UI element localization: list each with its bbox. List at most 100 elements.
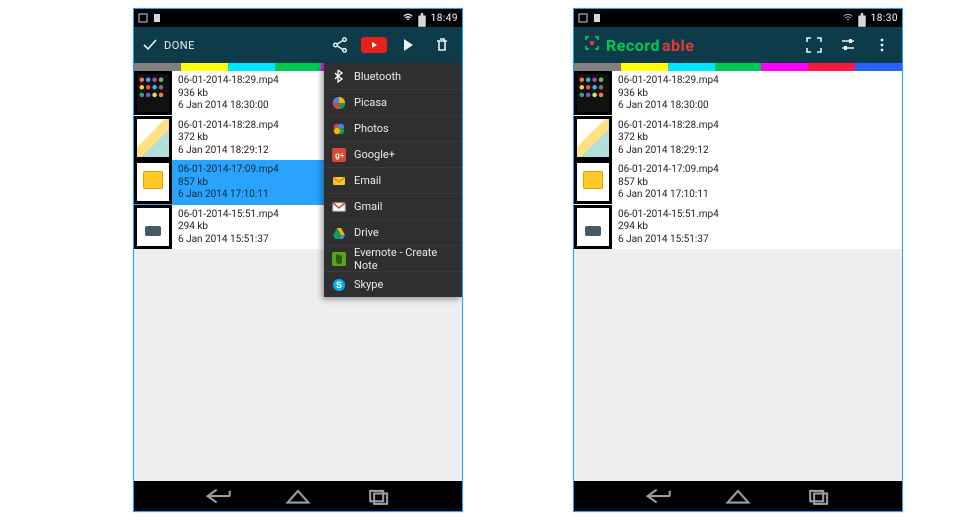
recording-thumbnail bbox=[574, 205, 612, 249]
app-logo-icon bbox=[584, 35, 600, 55]
recording-thumbnail bbox=[134, 71, 172, 115]
recording-file: 06-01-2014-15:51.mp4 bbox=[178, 209, 279, 221]
recording-thumbnail bbox=[574, 116, 612, 160]
recording-row[interactable]: 06-01-2014-17:09.mp4857 kb6 Jan 2014 17:… bbox=[574, 160, 902, 205]
recording-ts: 6 Jan 2014 17:10:11 bbox=[618, 189, 719, 201]
back-button[interactable] bbox=[205, 487, 231, 505]
action-bar: Recordable bbox=[574, 27, 902, 63]
home-button[interactable] bbox=[285, 487, 311, 505]
recording-ts: 6 Jan 2014 18:30:00 bbox=[178, 100, 279, 112]
recording-size: 294 kb bbox=[618, 221, 719, 233]
device-selection-mode: 18:49 DONE bbox=[133, 8, 463, 512]
share-menu-label: Evernote - Create Note bbox=[354, 246, 454, 272]
recording-size: 294 kb bbox=[178, 221, 279, 233]
recording-ts: 6 Jan 2014 18:29:12 bbox=[618, 145, 719, 157]
settings-sliders-button[interactable] bbox=[834, 31, 862, 59]
recording-ts: 6 Jan 2014 18:30:00 bbox=[618, 100, 719, 112]
bluetooth-icon bbox=[332, 69, 346, 83]
svg-text:g+: g+ bbox=[335, 151, 345, 160]
recording-row[interactable]: 06-01-2014-18:29.mp4936 kb6 Jan 2014 18:… bbox=[574, 71, 902, 116]
notification-icon bbox=[138, 13, 148, 23]
recent-apps-button[interactable] bbox=[365, 487, 391, 505]
gplus-icon: g+ bbox=[332, 148, 346, 162]
app-title: Recordable bbox=[606, 36, 694, 55]
done-label: DONE bbox=[164, 39, 195, 52]
notification-icon bbox=[578, 13, 588, 23]
recording-thumbnail bbox=[574, 160, 612, 204]
recording-meta: 06-01-2014-17:09.mp4857 kb6 Jan 2014 17:… bbox=[178, 160, 279, 205]
recording-file: 06-01-2014-18:29.mp4 bbox=[178, 75, 279, 87]
recording-meta: 06-01-2014-18:28.mp4372 kb6 Jan 2014 18:… bbox=[178, 116, 279, 161]
recording-row[interactable]: 06-01-2014-15:51.mp4294 kb6 Jan 2014 15:… bbox=[574, 205, 902, 250]
recording-meta: 06-01-2014-18:28.mp4372 kb6 Jan 2014 18:… bbox=[618, 116, 719, 161]
clock-text: 18:49 bbox=[431, 13, 458, 24]
action-bar: DONE bbox=[134, 27, 462, 63]
share-menu-label: Google+ bbox=[354, 148, 395, 161]
email-icon bbox=[332, 174, 346, 188]
skype-icon: S bbox=[332, 278, 346, 292]
share-menu-label: Picasa bbox=[354, 96, 387, 109]
wifi-icon bbox=[843, 13, 853, 23]
share-menu-item[interactable]: Bluetooth bbox=[324, 63, 462, 89]
picasa-icon bbox=[332, 96, 346, 110]
drive-icon bbox=[332, 226, 346, 240]
device-main-list: 18:30 Recordable bbox=[573, 8, 903, 512]
notification-icon bbox=[152, 13, 162, 23]
status-bar: 18:49 bbox=[134, 9, 462, 27]
recording-file: 06-01-2014-17:09.mp4 bbox=[618, 164, 719, 176]
clock-text: 18:30 bbox=[871, 13, 898, 24]
evernote-icon bbox=[332, 252, 346, 266]
share-menu-item[interactable]: Photos bbox=[324, 115, 462, 141]
recent-apps-button[interactable] bbox=[805, 487, 831, 505]
done-button[interactable]: DONE bbox=[142, 37, 195, 53]
home-button[interactable] bbox=[725, 487, 751, 505]
recording-file: 06-01-2014-18:29.mp4 bbox=[618, 75, 719, 87]
recording-file: 06-01-2014-17:09.mp4 bbox=[178, 164, 279, 176]
recording-file: 06-01-2014-18:28.mp4 bbox=[178, 120, 279, 132]
share-menu-label: Drive bbox=[354, 226, 379, 239]
recording-meta: 06-01-2014-18:29.mp4936 kb6 Jan 2014 18:… bbox=[178, 71, 279, 116]
system-nav-bar bbox=[574, 481, 902, 511]
gmail-icon bbox=[332, 200, 346, 214]
recording-thumbnail bbox=[574, 71, 612, 115]
share-menu-item[interactable]: Gmail bbox=[324, 193, 462, 219]
status-bar: 18:30 bbox=[574, 9, 902, 27]
back-button[interactable] bbox=[645, 487, 671, 505]
fullscreen-button[interactable] bbox=[800, 31, 828, 59]
overflow-menu-button[interactable] bbox=[868, 31, 896, 59]
recording-meta: 06-01-2014-18:29.mp4936 kb6 Jan 2014 18:… bbox=[618, 71, 719, 116]
delete-button[interactable] bbox=[428, 31, 456, 59]
share-menu-item[interactable]: Picasa bbox=[324, 89, 462, 115]
recording-file: 06-01-2014-18:28.mp4 bbox=[618, 120, 719, 132]
share-menu-label: Bluetooth bbox=[354, 70, 401, 83]
recording-file: 06-01-2014-15:51.mp4 bbox=[618, 209, 719, 221]
share-menu-item[interactable]: Evernote - Create Note bbox=[324, 245, 462, 271]
recording-ts: 6 Jan 2014 15:51:37 bbox=[618, 234, 719, 246]
share-menu-item[interactable]: SSkype bbox=[324, 271, 462, 297]
recording-meta: 06-01-2014-15:51.mp4294 kb6 Jan 2014 15:… bbox=[618, 205, 719, 250]
share-menu: Bluetooth Picasa Photos g+ Google+ Email Gmail… bbox=[324, 63, 462, 297]
battery-icon bbox=[417, 13, 427, 23]
share-menu-item[interactable]: Email bbox=[324, 167, 462, 193]
recording-ts: 6 Jan 2014 18:29:12 bbox=[178, 145, 279, 157]
play-button[interactable] bbox=[394, 31, 422, 59]
share-menu-label: Photos bbox=[354, 122, 389, 135]
recording-thumbnail bbox=[134, 116, 172, 160]
youtube-button[interactable] bbox=[360, 31, 388, 59]
recording-ts: 6 Jan 2014 17:10:11 bbox=[178, 189, 279, 201]
share-menu-item[interactable]: g+ Google+ bbox=[324, 141, 462, 167]
share-menu-label: Email bbox=[354, 174, 381, 187]
recording-size: 857 kb bbox=[178, 177, 279, 189]
recording-thumbnail bbox=[134, 205, 172, 249]
recording-size: 936 kb bbox=[618, 88, 719, 100]
recording-ts: 6 Jan 2014 15:51:37 bbox=[178, 234, 279, 246]
battery-icon bbox=[857, 13, 867, 23]
youtube-icon bbox=[361, 37, 387, 53]
svg-text:S: S bbox=[336, 280, 342, 290]
share-button[interactable] bbox=[326, 31, 354, 59]
recording-meta: 06-01-2014-17:09.mp4857 kb6 Jan 2014 17:… bbox=[618, 160, 719, 205]
recording-row[interactable]: 06-01-2014-18:28.mp4372 kb6 Jan 2014 18:… bbox=[574, 116, 902, 161]
share-menu-label: Gmail bbox=[354, 200, 382, 213]
check-icon bbox=[142, 37, 158, 53]
share-menu-item[interactable]: Drive bbox=[324, 219, 462, 245]
